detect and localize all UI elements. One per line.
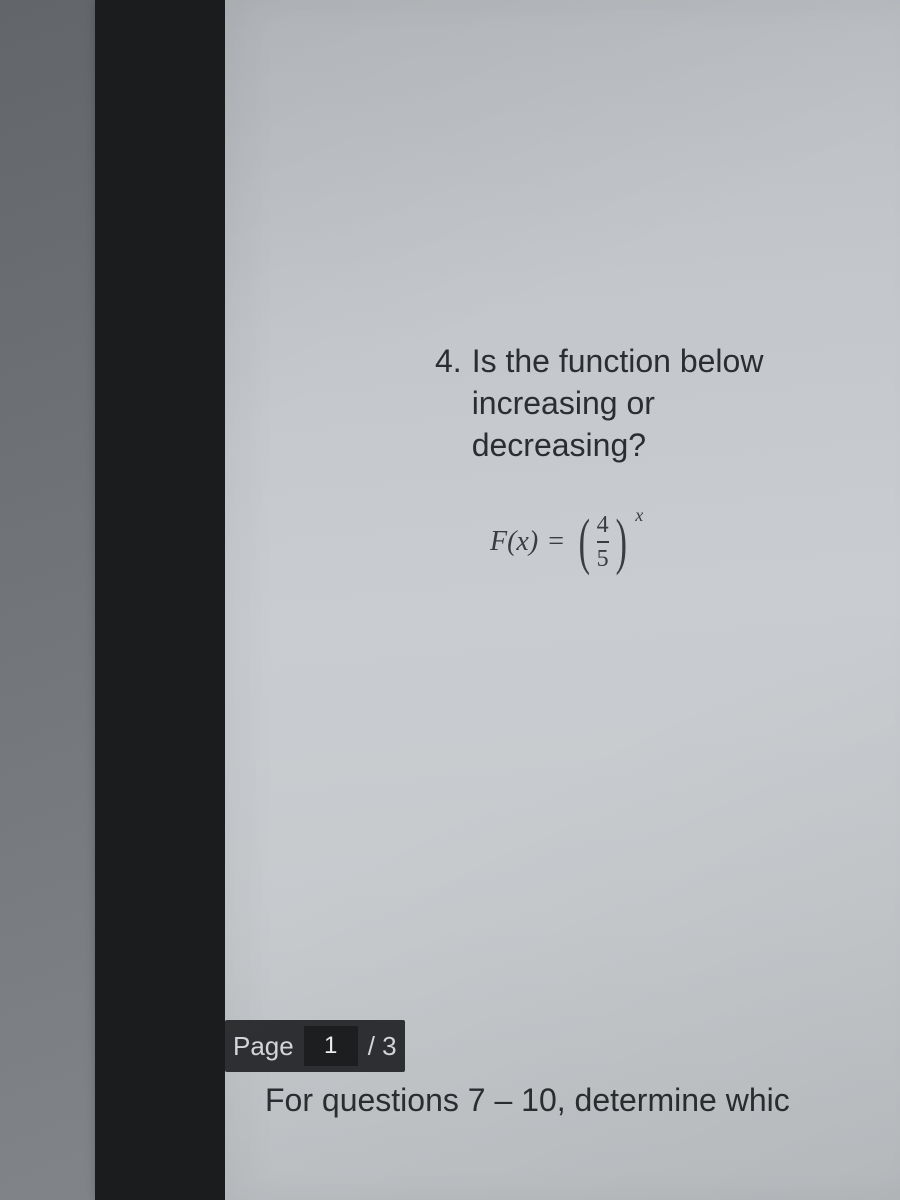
fraction: 4 5: [595, 513, 611, 571]
page-total: / 3: [368, 1031, 397, 1062]
function-formula: F(x) = ( 4 5 ) x: [490, 511, 900, 573]
question-text: Is the function below increasing or decr…: [472, 340, 764, 466]
page-toolbar: Page / 3: [225, 1020, 405, 1072]
fraction-denominator: 5: [597, 544, 609, 571]
question-number: 4.: [435, 340, 462, 382]
formula-base: ( 4 5 ): [574, 511, 631, 573]
fraction-bar: [597, 541, 609, 543]
fraction-numerator: 4: [597, 513, 609, 540]
formula-equals: =: [544, 526, 568, 558]
page-number-input[interactable]: [304, 1026, 358, 1066]
screen-photo: 4. Is the function below increasing or d…: [0, 0, 900, 1200]
formula-exponent: x: [635, 505, 643, 526]
document-page: 4. Is the function below increasing or d…: [225, 0, 900, 1200]
left-paren-icon: (: [579, 511, 590, 573]
right-paren-icon: ): [615, 511, 626, 573]
pdf-sidebar: [95, 0, 225, 1200]
page-label: Page: [233, 1031, 294, 1062]
formula-lhs: F(x): [490, 526, 538, 558]
section-instructions: For questions 7 – 10, determine whic: [265, 1082, 790, 1119]
question-4: 4. Is the function below increasing or d…: [435, 340, 900, 573]
